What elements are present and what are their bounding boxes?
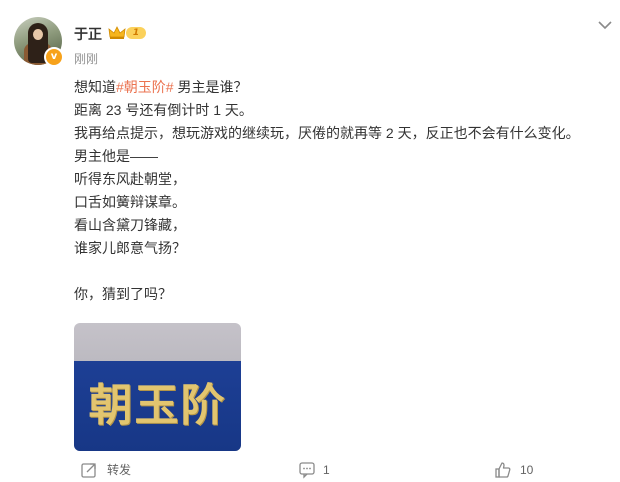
content-line-1: 想知道#朝玉阶# 男主是谁？	[74, 79, 248, 95]
content-line-7: 看山含黛刀锋藏，	[74, 217, 186, 233]
like-action[interactable]: 10	[494, 461, 564, 479]
content-line-2: 距离 23 号还有倒计时 1 天。	[74, 102, 253, 118]
comment-icon	[299, 462, 315, 479]
author-name[interactable]: 于正	[74, 24, 102, 44]
thumbs-up-icon	[495, 462, 511, 478]
content-line-4: 男主他是——	[74, 148, 158, 164]
share-icon	[81, 463, 96, 478]
repost-label: 转发	[107, 463, 132, 477]
crown-icon	[108, 26, 126, 39]
like-count: 10	[520, 463, 534, 477]
repost-action[interactable]: 转发	[80, 461, 150, 479]
content-line-9: 你，猜到了吗？	[74, 286, 172, 302]
post-image[interactable]: 朝玉阶	[74, 323, 241, 451]
content-line-6: 口舌如簧辩谋章。	[74, 194, 186, 210]
user-level-badge: 1	[126, 27, 146, 39]
content-line-5: 听得东风赴朝堂，	[74, 171, 186, 187]
post-content: 想知道#朝玉阶# 男主是谁？ 距离 23 号还有倒计时 1 天。 我再给点提示，…	[74, 76, 614, 306]
verified-v-icon: v	[44, 47, 64, 67]
content-line-3: 我再给点提示，想玩游戏的继续玩，厌倦的就再等 2 天，反正也不会有什么变化。	[74, 125, 580, 141]
author-avatar[interactable]: v	[14, 17, 64, 67]
comment-action[interactable]: 1	[298, 461, 358, 479]
post-timestamp[interactable]: 刚刚	[74, 50, 98, 67]
chevron-down-icon[interactable]	[598, 20, 612, 30]
comment-count: 1	[323, 463, 330, 477]
content-line-8: 谁家儿郎意气扬？	[74, 240, 186, 256]
calligraphy-text: 朝玉阶	[88, 380, 227, 431]
hashtag-link[interactable]: #朝玉阶#	[116, 79, 174, 95]
